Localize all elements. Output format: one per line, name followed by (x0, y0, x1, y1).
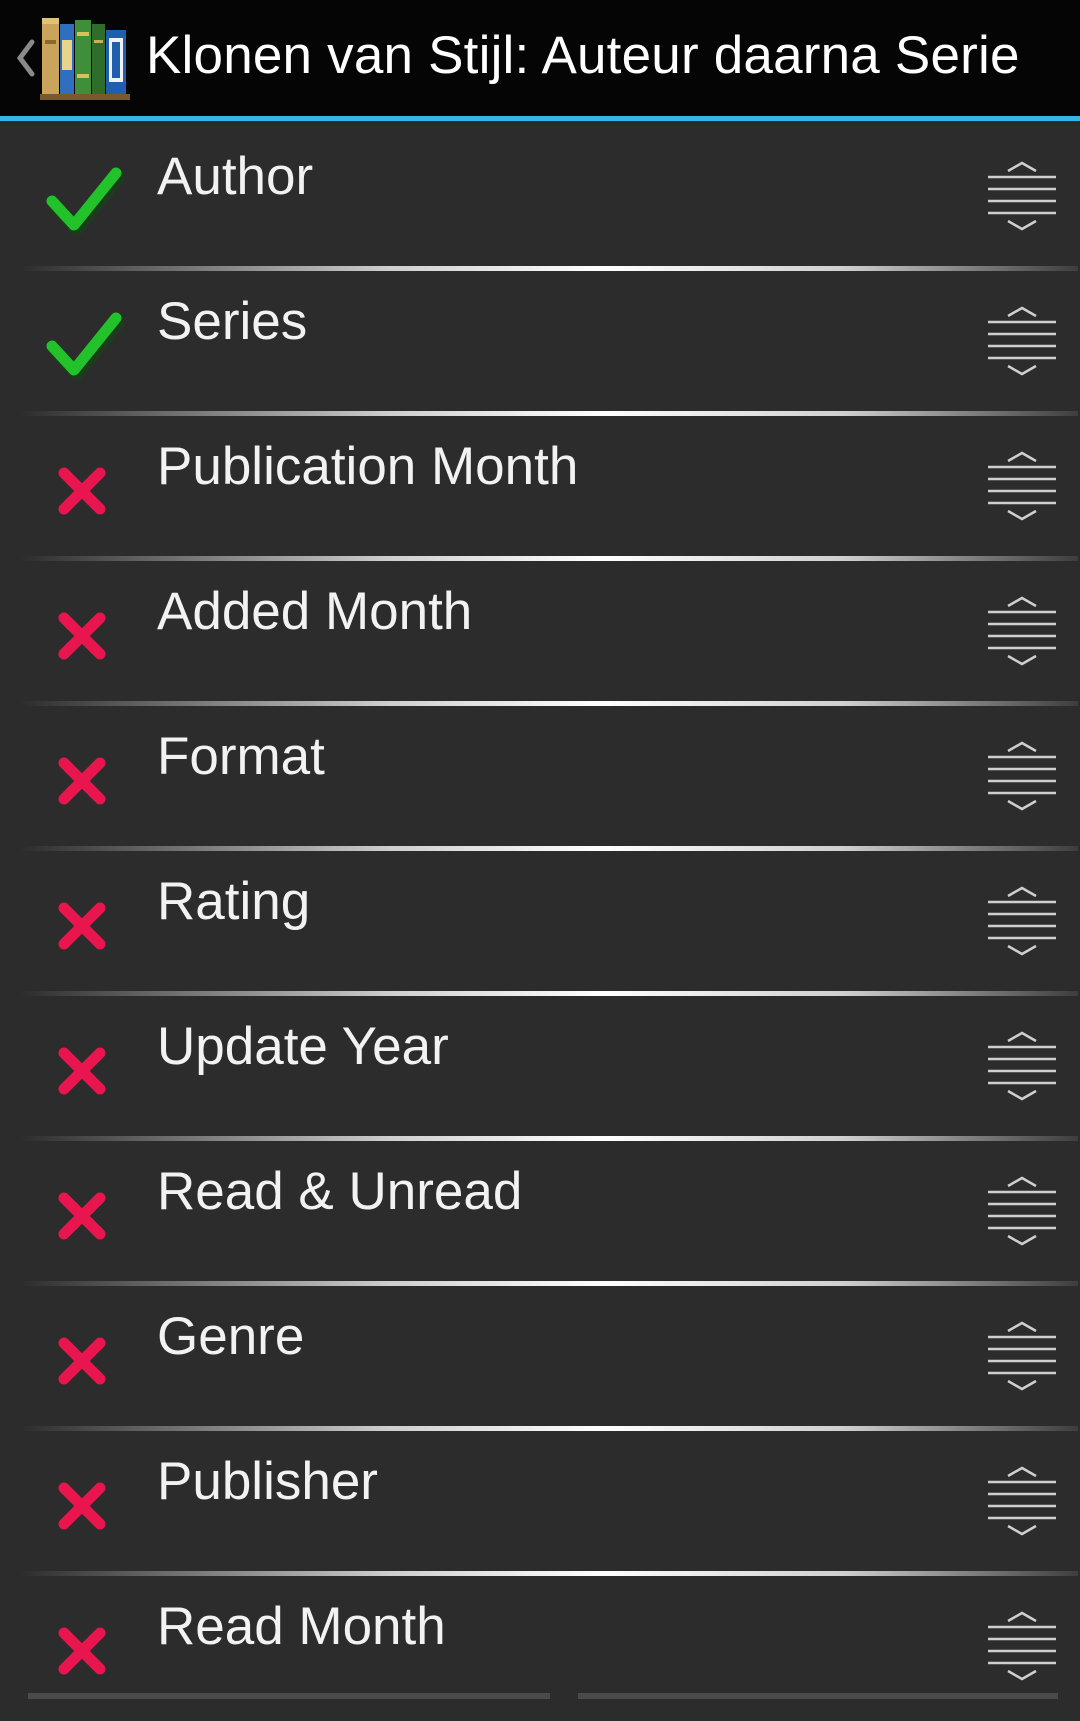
cross-icon[interactable] (44, 886, 124, 966)
list-item-label: Added Month (157, 582, 473, 641)
list-item-label: Rating (157, 872, 311, 931)
list-item-publication-month[interactable]: Publication Month (0, 416, 1080, 561)
checkmark-icon[interactable] (44, 161, 124, 241)
list-item-read-month[interactable]: Read Month (0, 1576, 1080, 1721)
list-item-publisher[interactable]: Publisher (0, 1431, 1080, 1576)
cross-icon[interactable] (44, 1611, 124, 1691)
cross-icon[interactable] (44, 1031, 124, 1111)
list-item-series[interactable]: Series (0, 271, 1080, 416)
list-item-format[interactable]: Format (0, 706, 1080, 851)
checkmark-icon[interactable] (44, 306, 124, 386)
drag-handle-icon[interactable] (986, 1611, 1058, 1681)
drag-handle-icon[interactable] (986, 596, 1058, 666)
drag-handle-icon[interactable] (986, 1321, 1058, 1391)
cross-icon[interactable] (44, 1466, 124, 1546)
drag-handle-icon[interactable] (986, 1466, 1058, 1536)
list-item-label: Read & Unread (157, 1162, 523, 1221)
cross-icon[interactable] (44, 1176, 124, 1256)
list-item-label: Publisher (157, 1452, 378, 1511)
cross-icon[interactable] (44, 596, 124, 676)
list-item-label: Update Year (157, 1017, 449, 1076)
list-item-genre[interactable]: Genre (0, 1286, 1080, 1431)
style-list: Author Series Publication Month Added Month… (0, 126, 1080, 1721)
list-item-label: Publication Month (157, 437, 579, 496)
drag-handle-icon[interactable] (986, 451, 1058, 521)
cross-icon[interactable] (44, 741, 124, 821)
bottom-button-edge-right[interactable] (578, 1693, 1058, 1699)
drag-handle-icon[interactable] (986, 306, 1058, 376)
list-item-update-year[interactable]: Update Year (0, 996, 1080, 1141)
list-item-rating[interactable]: Rating (0, 851, 1080, 996)
bottom-button-edge-left[interactable] (28, 1693, 550, 1699)
list-item-label: Read Month (157, 1597, 446, 1656)
books-icon[interactable] (40, 10, 130, 102)
cross-icon[interactable] (44, 1321, 124, 1401)
list-item-read-and-unread[interactable]: Read & Unread (0, 1141, 1080, 1286)
drag-handle-icon[interactable] (986, 886, 1058, 956)
drag-handle-icon[interactable] (986, 1176, 1058, 1246)
drag-handle-icon[interactable] (986, 1031, 1058, 1101)
list-item-added-month[interactable]: Added Month (0, 561, 1080, 706)
list-item-label: Author (157, 147, 314, 206)
drag-handle-icon[interactable] (986, 161, 1058, 231)
list-item-label: Genre (157, 1307, 305, 1366)
action-bar: Klonen van Stijl: Auteur daarna Serie (0, 0, 1080, 121)
page-title: Klonen van Stijl: Auteur daarna Serie (146, 26, 1020, 85)
list-item-label: Series (157, 292, 308, 351)
drag-handle-icon[interactable] (986, 741, 1058, 811)
chevron-left-icon[interactable] (10, 28, 40, 88)
list-item-label: Format (157, 727, 325, 786)
cross-icon[interactable] (44, 451, 124, 531)
list-item-author[interactable]: Author (0, 126, 1080, 271)
